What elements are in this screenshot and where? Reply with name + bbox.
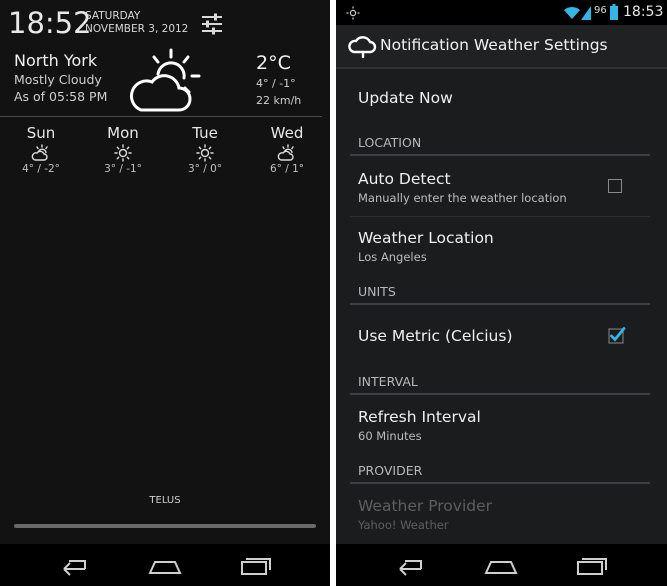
back-icon[interactable]	[55, 552, 91, 578]
sliders-settings-icon[interactable]	[199, 12, 225, 36]
page-indicator	[14, 524, 316, 528]
forecast-day-name: Tue	[192, 124, 218, 142]
action-bar: Notification Weather Settings	[336, 25, 667, 69]
location-name: North York	[14, 51, 98, 70]
day-of-week: SATURDAY	[85, 10, 141, 22]
carrier-label: TELUS	[149, 495, 181, 506]
wind-speed: 22 km/h	[256, 94, 302, 107]
status-bar: 96 18:53	[336, 0, 667, 25]
forecast-day-name: Wed	[270, 124, 304, 142]
sun-icon	[113, 144, 133, 162]
item-divider	[350, 216, 650, 217]
section-divider	[350, 154, 650, 156]
clock-time: 18:52	[8, 6, 92, 40]
recent-apps-icon[interactable]	[238, 552, 274, 578]
auto-detect-title[interactable]: Auto Detect	[358, 170, 451, 188]
lockscreen-weather-widget: 18:52 SATURDAY NOVEMBER 3, 2012 North Yo…	[0, 0, 330, 586]
auto-detect-checkbox[interactable]	[608, 179, 622, 193]
forecast-temps: 3° / 0°	[187, 163, 223, 175]
back-icon[interactable]	[391, 552, 427, 578]
section-header-units: UNITS	[358, 284, 396, 299]
wifi-icon	[563, 4, 581, 20]
weather-location-summary: Los Angeles	[358, 250, 427, 264]
refresh-interval-title[interactable]: Refresh Interval	[358, 408, 481, 426]
current-temperature: 2°C	[256, 52, 291, 74]
signal-icon	[581, 5, 591, 20]
battery-percent: 96	[594, 5, 607, 16]
update-now-item[interactable]: Update Now	[358, 89, 453, 107]
divider	[0, 116, 322, 117]
weather-location-title[interactable]: Weather Location	[358, 229, 494, 247]
weather-provider-title: Weather Provider	[358, 497, 493, 515]
screen-title: Notification Weather Settings	[380, 36, 608, 54]
weather-notification-icon	[346, 5, 360, 20]
section-divider	[350, 393, 650, 395]
weather-provider-summary: Yahoo! Weather	[358, 518, 449, 532]
partly-cloudy-icon	[31, 144, 51, 162]
section-header-interval: INTERVAL	[358, 374, 418, 389]
weather-condition: Mostly Cloudy	[14, 72, 102, 87]
settings-screen: 96 18:53 Notification Weather Settings U…	[336, 0, 667, 586]
section-divider	[350, 303, 650, 305]
section-divider	[350, 482, 650, 484]
navigation-bar	[336, 544, 667, 586]
navigation-bar	[0, 544, 330, 586]
section-header-provider: PROVIDER	[358, 463, 423, 478]
section-header-location: LOCATION	[358, 135, 422, 150]
battery-icon	[610, 4, 618, 20]
forecast-temps: 4° / -2°	[22, 163, 60, 175]
forecast-day: Sun 4° / -2°	[6, 124, 76, 175]
sun-icon	[195, 144, 215, 162]
home-icon[interactable]	[147, 552, 183, 578]
forecast-day: Wed 6° / 1°	[252, 124, 322, 175]
auto-detect-summary: Manually enter the weather location	[358, 191, 567, 205]
forecast-day-name: Sun	[26, 124, 56, 142]
app-cloud-icon[interactable]	[348, 33, 378, 59]
home-icon[interactable]	[483, 552, 519, 578]
forecast-temps: 3° / -1°	[104, 163, 142, 175]
forecast-day: Mon 3° / -1°	[88, 124, 158, 175]
updated-time: As of 05:58 PM	[14, 89, 108, 104]
forecast-day-name: Mon	[107, 124, 139, 142]
status-clock: 18:53	[623, 4, 664, 20]
forecast-day: Tue 3° / 0°	[170, 124, 240, 175]
forecast-temps: 6° / 1°	[269, 163, 305, 175]
date-text: NOVEMBER 3, 2012	[85, 23, 189, 35]
partly-cloudy-icon	[277, 144, 297, 162]
refresh-interval-summary: 60 Minutes	[358, 429, 422, 443]
recent-apps-icon[interactable]	[574, 552, 610, 578]
high-low-temperature: 4° / -1°	[256, 77, 296, 90]
use-metric-checkbox[interactable]	[608, 326, 626, 344]
partly-cloudy-icon	[127, 48, 207, 114]
use-metric-title[interactable]: Use Metric (Celcius)	[358, 327, 513, 345]
